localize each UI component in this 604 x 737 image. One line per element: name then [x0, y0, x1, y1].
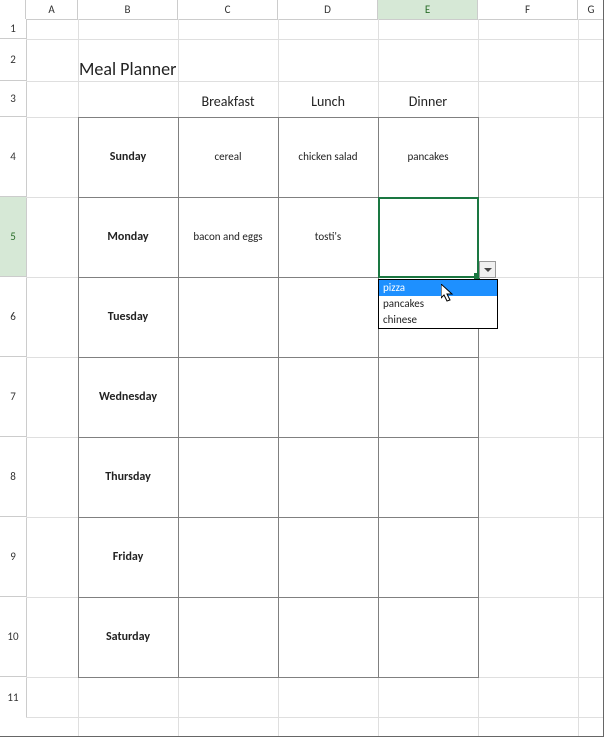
- col-header-F[interactable]: F: [478, 0, 578, 19]
- cell-C4[interactable]: cereal: [178, 150, 278, 166]
- col-header-E[interactable]: E: [378, 0, 478, 19]
- cell-D5[interactable]: tosti's: [278, 230, 378, 246]
- col-header-A[interactable]: A: [26, 0, 78, 19]
- day-label-tuesday: Tuesday: [78, 310, 178, 324]
- day-label-wednesday: Wednesday: [78, 390, 178, 404]
- active-cell[interactable]: [378, 197, 479, 278]
- select-all-corner[interactable]: [0, 0, 26, 19]
- day-label-thursday: Thursday: [78, 470, 178, 484]
- page-title: Meal Planner: [79, 58, 176, 80]
- col-header-C[interactable]: C: [178, 0, 278, 19]
- row-header-10[interactable]: 10: [0, 597, 26, 677]
- planner-hdiv-5: [78, 517, 479, 518]
- col-header-D[interactable]: D: [278, 0, 378, 19]
- dropdown-button[interactable]: [479, 261, 496, 278]
- day-label-saturday: Saturday: [78, 630, 178, 644]
- row-header-1[interactable]: 1: [0, 19, 26, 39]
- cell-D4[interactable]: chicken salad: [278, 150, 378, 166]
- planner-hdiv-4: [78, 437, 479, 438]
- day-label-sunday: Sunday: [78, 150, 178, 164]
- day-label-monday: Monday: [78, 230, 178, 244]
- row-header-7[interactable]: 7: [0, 357, 26, 437]
- meal-header-lunch: Lunch: [278, 93, 378, 115]
- dropdown-option-1[interactable]: pancakes: [379, 296, 497, 312]
- row-header-6[interactable]: 6: [0, 277, 26, 357]
- dropdown-list[interactable]: pizza pancakes chinese: [378, 279, 498, 329]
- cell-C5[interactable]: bacon and eggs: [178, 230, 278, 246]
- row-header-8[interactable]: 8: [0, 437, 26, 517]
- planner-hdiv-3: [78, 357, 479, 358]
- planner-hdiv-6: [78, 597, 479, 598]
- row-header-4[interactable]: 4: [0, 117, 26, 197]
- chevron-down-icon: [484, 268, 492, 272]
- planner-vdiv-2: [278, 117, 279, 678]
- row-header-2[interactable]: 2: [0, 39, 26, 81]
- meal-header-dinner: Dinner: [378, 93, 478, 115]
- day-label-friday: Friday: [78, 550, 178, 564]
- meal-header-breakfast: Breakfast: [178, 93, 278, 115]
- dropdown-option-2[interactable]: chinese: [379, 312, 497, 328]
- row-header-9[interactable]: 9: [0, 517, 26, 597]
- row-header-5[interactable]: 5: [0, 197, 26, 277]
- col-header-G[interactable]: G: [578, 0, 604, 19]
- planner-vdiv-1: [178, 117, 179, 678]
- row-header-3[interactable]: 3: [0, 81, 26, 117]
- row-header-11[interactable]: 11: [0, 677, 26, 717]
- col-header-B[interactable]: B: [78, 0, 178, 19]
- dropdown-option-0[interactable]: pizza: [379, 280, 497, 296]
- cell-E4[interactable]: pancakes: [378, 150, 478, 166]
